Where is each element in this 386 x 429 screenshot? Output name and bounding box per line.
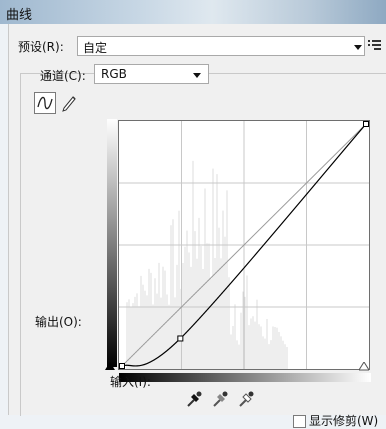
white-point-slider[interactable] (359, 362, 369, 371)
preset-label: 预设(R): (18, 40, 64, 54)
curves-panel: 预设(R): 自定 通道(C): RGB 输出(O): 输入(I): 显示修剪(… (8, 24, 386, 428)
curve-tool-button[interactable] (34, 92, 56, 114)
channel-select[interactable]: RGB (94, 64, 209, 84)
title-bar: 曲线 (0, 0, 386, 24)
input-label: 输入(I): (110, 375, 151, 389)
chevron-down-icon (354, 45, 362, 50)
preset-select[interactable]: 自定 (77, 36, 365, 56)
white-eyedropper-icon[interactable] (237, 390, 255, 408)
curve-control-point[interactable] (177, 335, 184, 342)
list-options-icon[interactable] (368, 39, 382, 51)
channel-label: 通道(C): (40, 69, 86, 83)
curve-graph[interactable] (118, 120, 370, 370)
output-gradient-bar (107, 119, 117, 367)
show-clipping-checkbox[interactable] (293, 415, 306, 428)
channel-value: RGB (101, 67, 127, 81)
pencil-icon (62, 96, 76, 112)
output-label: 输出(O): (35, 315, 82, 329)
black-point-slider[interactable] (105, 362, 115, 371)
curve-control-point[interactable] (119, 363, 125, 369)
curve-graph-svg[interactable] (119, 121, 369, 369)
pencil-tool-button[interactable] (59, 92, 81, 114)
curve-control-point[interactable] (363, 121, 369, 127)
curve-tool-icon (37, 96, 53, 110)
input-gradient-bar (119, 373, 371, 382)
chevron-down-icon (193, 73, 201, 78)
black-eyedropper-icon[interactable] (185, 390, 203, 408)
window-title: 曲线 (6, 8, 33, 23)
preset-value: 自定 (83, 41, 108, 55)
gray-eyedropper-icon[interactable] (211, 390, 229, 408)
